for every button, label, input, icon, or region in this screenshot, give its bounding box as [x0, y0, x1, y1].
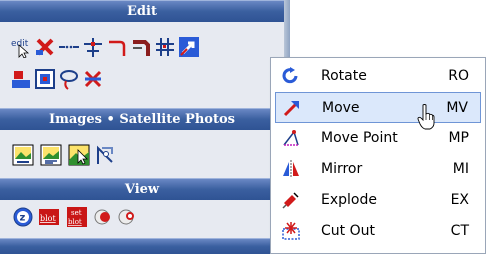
menu-item-shortcut: RO [448, 68, 469, 84]
edit-section-header[interactable]: Edit [0, 0, 284, 22]
select-image-icon[interactable] [68, 144, 90, 166]
explode-icon [281, 190, 301, 210]
view-section: z blot set blot [0, 200, 284, 238]
blot-icon[interactable]: blot [38, 206, 60, 228]
lasso-icon[interactable] [58, 68, 80, 90]
move-point-icon [281, 128, 301, 148]
hand-pointer-cursor-icon [417, 104, 435, 130]
align-icon[interactable] [10, 68, 32, 90]
menu-item-shortcut: CT [450, 223, 469, 239]
view-section-header[interactable]: View [0, 178, 284, 200]
menu-item-explode[interactable]: Explode EX [275, 185, 481, 216]
menu-item-label: Move Point [321, 130, 398, 146]
menu-item-shortcut: MI [452, 161, 469, 177]
move-icon [282, 98, 302, 118]
rotate-icon [281, 66, 301, 86]
chamfer-icon[interactable] [130, 36, 152, 58]
trim-icon[interactable] [82, 36, 104, 58]
edit-tool-icon[interactable]: edit [10, 36, 32, 58]
redraw-icon[interactable] [92, 206, 114, 228]
satellite-photo-icon[interactable] [40, 144, 62, 166]
zoom-icon[interactable]: z [12, 206, 34, 228]
image-clip-icon[interactable] [94, 144, 116, 166]
block-icon[interactable] [34, 68, 56, 90]
menu-item-rotate[interactable]: Rotate RO [275, 61, 481, 92]
menu-item-move[interactable]: Move MV [275, 92, 481, 123]
edit-section: edit [0, 22, 284, 108]
menu-item-shortcut: EX [450, 192, 469, 208]
svg-text:blot: blot [40, 214, 56, 223]
menu-item-shortcut: MV [446, 100, 468, 116]
mirror-icon [281, 159, 301, 179]
break-line-icon[interactable] [58, 36, 80, 58]
set-blot-icon[interactable]: set blot [66, 206, 88, 228]
svg-text:set: set [71, 209, 82, 217]
context-menu: Rotate RO Move MV Move Point MP Mirror M… [270, 57, 486, 254]
fillet-icon[interactable] [106, 36, 128, 58]
delete-vertex-icon[interactable] [82, 68, 104, 90]
menu-item-mirror[interactable]: Mirror MI [275, 154, 481, 185]
images-section [0, 130, 284, 178]
menu-item-label: Cut Out [321, 223, 375, 239]
regenerate-icon[interactable] [116, 206, 138, 228]
svg-text:blot: blot [68, 218, 82, 226]
menu-item-shortcut: MP [448, 130, 469, 146]
images-section-header[interactable]: Images • Satellite Photos [0, 108, 284, 130]
menu-item-cut-out[interactable]: Cut Out CT [275, 216, 481, 247]
menu-item-label: Explode [321, 192, 377, 208]
offset-grid-icon[interactable] [154, 36, 176, 58]
menu-item-label: Move [322, 100, 360, 116]
insert-image-icon[interactable] [12, 144, 34, 166]
delete-icon[interactable] [34, 36, 56, 58]
menu-item-label: Mirror [321, 161, 363, 177]
move-tool-icon[interactable] [178, 36, 200, 58]
cut-out-icon [281, 221, 301, 241]
menu-item-move-point[interactable]: Move Point MP [275, 123, 481, 154]
tool-panel: Edit edit Images • Satellite Photos View… [0, 0, 290, 254]
svg-text:z: z [20, 213, 26, 224]
menu-item-label: Rotate [321, 68, 367, 84]
next-section-header[interactable] [0, 238, 284, 254]
